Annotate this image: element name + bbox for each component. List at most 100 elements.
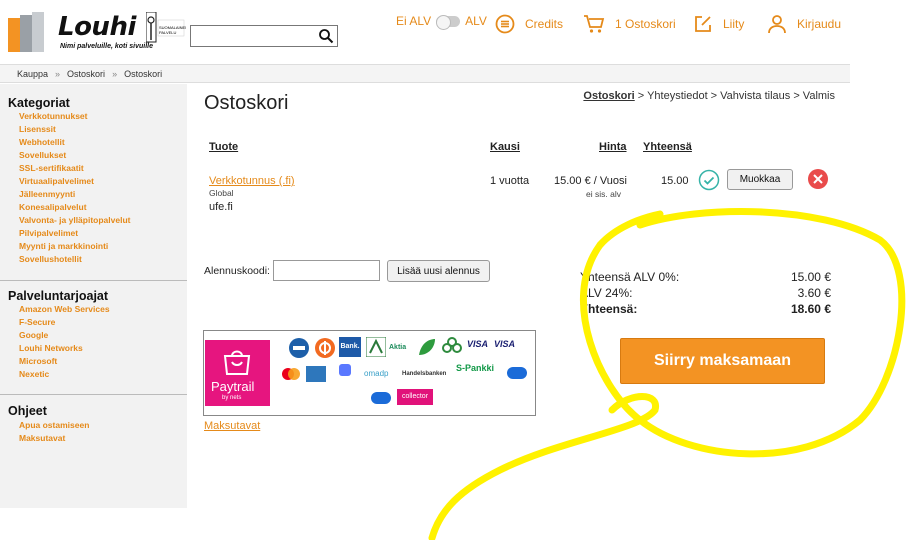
payment-methods-link[interactable]: Maksutavat: [204, 420, 260, 432]
sidebar-item[interactable]: Sovellukset: [19, 149, 130, 162]
sidebar-item[interactable]: Apua ostamiseen: [19, 419, 89, 432]
step-rest: > Yhteystiedot > Vahvista tilaus > Valmi…: [634, 90, 835, 102]
edit-icon: [695, 16, 711, 32]
sidebar-title-providers: Palveluntarjoajat: [8, 289, 109, 303]
search-box: [190, 25, 338, 47]
shopping-bag-icon: [223, 350, 251, 375]
confirm-check-icon[interactable]: [698, 169, 720, 191]
edit-item-button[interactable]: Muokkaa: [727, 169, 793, 190]
sidebar-divider: [0, 280, 187, 281]
cart-item-name[interactable]: Verkkotunnus (.fi): [209, 175, 295, 187]
totals-row: Yhteensä ALV 0%: 15.00 €: [580, 270, 831, 284]
sidebar-item[interactable]: Valvonta- ja ylläpitopalvelut: [19, 214, 130, 227]
visa-logo: VISA: [467, 339, 489, 349]
totals-value: 15.00 €: [790, 270, 831, 284]
checkout-button[interactable]: Siirry maksamaan: [620, 338, 825, 384]
sidebar-item[interactable]: Myynti ja markkinointi: [19, 240, 130, 253]
finnish-key-flag-icon: SUOMALAINEN PALVELU: [146, 12, 186, 43]
sidebar-title-categories: Kategoriat: [8, 96, 70, 110]
cart-link[interactable]: 1 Ostoskori: [583, 14, 676, 34]
checkout-steps: Ostoskori > Yhteystiedot > Vahvista tila…: [583, 90, 835, 102]
col-header-price: Hinta: [599, 141, 627, 153]
sidebar-item[interactable]: Jälleenmyynti: [19, 188, 130, 201]
shopping-cart-icon: [584, 15, 605, 33]
totals-label: Yhteensä ALV 0%:: [580, 270, 680, 284]
siirto-icon: [507, 367, 527, 379]
paytrail-logo: Paytrail by nets: [205, 340, 270, 406]
cart-item-total: 15.00: [661, 175, 689, 187]
logo-books-icon[interactable]: [8, 12, 50, 52]
logo-tagline: Nimi palveluille, koti sivuille: [60, 43, 153, 50]
totals-value: 3.60 €: [797, 286, 831, 300]
join-label: Liity: [723, 17, 745, 31]
op-bank-icon: [315, 338, 335, 358]
step-current[interactable]: Ostoskori: [583, 90, 634, 102]
siirto-icon: [371, 392, 391, 404]
discount-label: Alennuskoodi:: [204, 265, 270, 277]
cart-label: 1 Ostoskori: [615, 17, 676, 31]
sidebar-item[interactable]: Amazon Web Services: [19, 303, 110, 316]
sidebar-item[interactable]: Pilvipalvelimet: [19, 227, 130, 240]
sidebar-item[interactable]: Louhi Networks: [19, 342, 110, 355]
vat-switch[interactable]: [436, 14, 461, 30]
sidebar-item[interactable]: Sovellushotellit: [19, 253, 130, 266]
login-label: Kirjaudu: [797, 17, 842, 31]
sidebar-item[interactable]: Lisenssit: [19, 123, 130, 136]
totals-row: ALV 24%: 3.60 €: [580, 286, 831, 300]
credits-link[interactable]: Credits: [495, 14, 563, 34]
sidebar-item[interactable]: Maksutavat: [19, 432, 89, 445]
leaf-bank-icon: [419, 339, 435, 355]
totals-label: ALV 24%:: [580, 286, 633, 300]
col-header-total: Yhteensä: [643, 141, 692, 153]
bank-logo: omadp: [364, 369, 389, 378]
sidebar-item[interactable]: Nexetic: [19, 368, 110, 381]
top-header: Louhi Nimi palveluille, koti sivuille SU…: [0, 0, 850, 62]
mobilepay-icon: [339, 364, 351, 376]
sidebar-item[interactable]: Konesalipalvelut: [19, 201, 130, 214]
credits-icon: [495, 14, 515, 34]
breadcrumb-item[interactable]: Ostoskori: [67, 69, 105, 79]
sidebar-item[interactable]: SSL-sertifikaatit: [19, 162, 130, 175]
vat-on-label: ALV: [465, 14, 487, 28]
vat-toggle[interactable]: Ei ALV ALV: [396, 14, 487, 30]
mastercard-icon: [282, 368, 300, 380]
sidebar-item[interactable]: Microsoft: [19, 355, 110, 368]
search-icon[interactable]: [318, 28, 334, 44]
col-header-product: Tuote: [209, 141, 239, 153]
sidebar-item[interactable]: Virtuaalipalvelimet: [19, 175, 130, 188]
totals-label: Yhteensä:: [580, 302, 638, 316]
col-header-period: Kausi: [490, 141, 520, 153]
sidebar-item[interactable]: Webhotellit: [19, 136, 130, 149]
sidebar-guides: Apua ostamiseen Maksutavat: [19, 419, 89, 445]
sidebar-item[interactable]: Verkkotunnukset: [19, 110, 130, 123]
join-link[interactable]: Liity: [693, 14, 744, 34]
svg-text:PALVELU: PALVELU: [159, 30, 177, 35]
sidebar-providers: Amazon Web Services F-Secure Google Louh…: [19, 303, 110, 381]
user-icon: [768, 15, 786, 34]
breadcrumb-item: Ostoskori: [124, 69, 163, 79]
remove-item-icon[interactable]: [807, 168, 829, 190]
sidebar-divider: [0, 394, 187, 395]
search-input[interactable]: [191, 26, 316, 46]
alandsbanken-icon: [366, 337, 386, 357]
bank-logo: Bank.: [339, 337, 361, 357]
breadcrumb: Kauppa» Ostoskori» Ostoskori: [0, 64, 850, 83]
login-link[interactable]: Kirjaudu: [767, 14, 841, 34]
credits-label: Credits: [525, 17, 564, 31]
sidebar: Kategoriat Verkkotunnukset Lisenssit Web…: [0, 84, 187, 508]
totals-value: 18.60 €: [790, 302, 831, 316]
discount-code-input[interactable]: [273, 260, 380, 281]
totals-row-grand: Yhteensä: 18.60 €: [580, 302, 831, 316]
clover-bank-icon: [442, 337, 462, 353]
logo-text[interactable]: Louhi: [58, 12, 136, 42]
bank-logo: Handelsbanken: [402, 371, 447, 377]
add-discount-button[interactable]: Lisää uusi alennus: [387, 260, 490, 282]
breadcrumb-item[interactable]: Kauppa: [17, 69, 48, 79]
bank-logo: Aktia: [389, 344, 407, 351]
bank-logo: collector: [397, 389, 433, 405]
sidebar-item[interactable]: F-Secure: [19, 316, 110, 329]
bank-logo: S-Pankki: [456, 363, 495, 373]
sidebar-item[interactable]: Google: [19, 329, 110, 342]
cart-item-period: 1 vuotta: [490, 175, 530, 187]
sidebar-title-guides: Ohjeet: [8, 404, 47, 418]
